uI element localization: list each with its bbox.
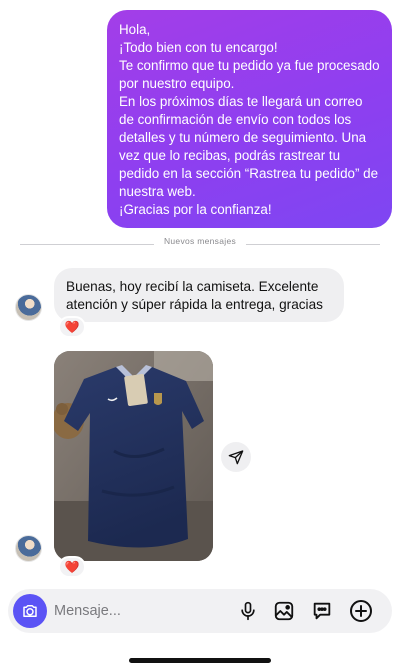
incoming-message-bubble[interactable]: Buenas, hoy recibí la camiseta. Excelent… xyxy=(54,268,344,322)
camera-icon xyxy=(23,605,37,617)
outgoing-message-text: Hola, ¡Todo bien con tu encargo! Te conf… xyxy=(119,22,380,217)
new-messages-label: Nuevos mensajes xyxy=(153,236,247,246)
heart-reaction[interactable]: ❤️ xyxy=(58,556,86,578)
home-indicator[interactable] xyxy=(129,658,271,663)
send-icon xyxy=(228,450,244,465)
camera-button[interactable] xyxy=(13,594,47,628)
microphone-button[interactable] xyxy=(234,597,262,625)
photo-message[interactable] xyxy=(54,351,213,561)
gallery-button[interactable] xyxy=(270,597,298,625)
heart-reaction-emoji: ❤️ xyxy=(64,560,80,574)
heart-reaction[interactable]: ❤️ xyxy=(58,316,86,338)
navy-jersey-photo xyxy=(54,351,213,561)
sender-avatar[interactable] xyxy=(15,294,42,321)
sender-avatar[interactable] xyxy=(15,535,42,562)
sticker-button[interactable] xyxy=(308,597,336,625)
add-button[interactable] xyxy=(347,597,375,625)
gallery-icon xyxy=(274,601,294,621)
message-composer xyxy=(8,589,392,633)
heart-reaction-emoji: ❤️ xyxy=(64,320,80,334)
outgoing-message-bubble[interactable]: Hola, ¡Todo bien con tu encargo! Te conf… xyxy=(107,10,392,228)
microphone-icon xyxy=(241,601,255,621)
sticker-icon xyxy=(313,602,331,620)
message-input[interactable] xyxy=(54,599,224,623)
share-button[interactable] xyxy=(221,442,251,472)
plus-circle-icon xyxy=(350,600,372,622)
incoming-message-text: Buenas, hoy recibí la camiseta. Excelent… xyxy=(66,279,323,312)
